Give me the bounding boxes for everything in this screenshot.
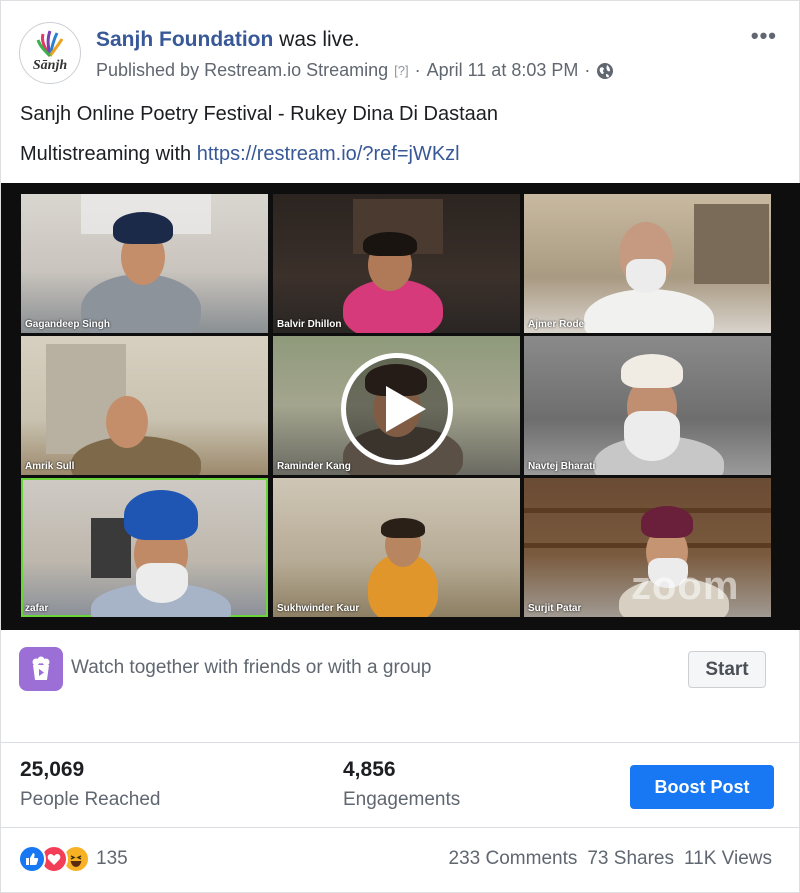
video-tile: Balvir Dhillon <box>273 194 520 333</box>
engagements-value: 4,856 <box>343 758 396 781</box>
help-qmark[interactable]: [?] <box>394 63 408 78</box>
participant-name: Balvir Dhillon <box>277 319 342 330</box>
participant-name: Gagandeep Singh <box>25 319 111 330</box>
meta-separator: · <box>414 60 421 80</box>
globe-icon[interactable] <box>596 62 614 80</box>
video-tile: Navtej Bharati <box>524 336 771 475</box>
published-by-link[interactable]: Published by Restream.io Streaming <box>96 60 388 81</box>
watch-together-text: Watch together with friends or with a gr… <box>71 657 432 678</box>
like-icon <box>18 845 46 873</box>
participant-name: Ajmer Rode <box>528 319 585 330</box>
views-count[interactable]: 11K Views <box>684 848 772 870</box>
reaction-count: 135 <box>96 848 128 869</box>
shares-count-link[interactable]: 73 Shares <box>587 848 674 870</box>
video-tile: Sukhwinder Kaur <box>273 478 520 617</box>
video-tile: Gagandeep Singh <box>21 194 268 333</box>
comments-count-link[interactable]: 233 Comments <box>449 848 578 870</box>
post-title-line: Sanjh Foundation was live. <box>96 28 360 52</box>
live-status-text: was live. <box>279 28 360 51</box>
engagement-counts: 233 Comments 73 Shares 11K Views <box>449 848 772 870</box>
reactions-summary[interactable]: 135 <box>18 844 128 874</box>
participant-name: zafar <box>25 603 49 614</box>
zoom-watermark: zoom <box>631 564 740 608</box>
post-meta: Published by Restream.io Streaming [?] ·… <box>96 60 614 81</box>
participant-name: Raminder Kang <box>277 461 351 472</box>
video-tile: Amrik Sull <box>21 336 268 475</box>
people-reached-value: 25,069 <box>20 758 85 781</box>
participant-name: Sukhwinder Kaur <box>277 603 360 614</box>
video-tile-active-speaker: zafar <box>21 478 268 617</box>
divider <box>1 742 800 743</box>
play-icon[interactable] <box>341 353 453 465</box>
video-tile: Ajmer Rode <box>524 194 771 333</box>
restream-link[interactable]: https://restream.io/?ref=jWKzl <box>197 143 460 165</box>
avatar-label: Sānjh <box>32 58 68 73</box>
sanjh-logo-icon <box>36 30 64 58</box>
post-timestamp[interactable]: April 11 at 8:03 PM <box>427 60 579 81</box>
multistream-prefix: Multistreaming with <box>20 143 192 165</box>
engagements-label: Engagements <box>343 789 461 810</box>
post-text-line1: Sanjh Online Poetry Festival - Rukey Din… <box>20 103 498 125</box>
page-avatar[interactable]: Sānjh <box>19 22 81 84</box>
boost-post-button[interactable]: Boost Post <box>630 765 774 809</box>
meta-separator: · <box>584 60 591 80</box>
participant-name: Surjit Patar <box>528 603 582 614</box>
page-name-link[interactable]: Sanjh Foundation <box>96 28 273 51</box>
participant-name: Amrik Sull <box>25 461 75 472</box>
start-watch-party-button[interactable]: Start <box>688 651 766 688</box>
more-options-icon[interactable]: ••• <box>751 23 777 49</box>
watch-party-icon <box>19 647 63 691</box>
participant-name: Navtej Bharati <box>528 461 596 472</box>
post-card: Sānjh Sanjh Foundation was live. Publish… <box>0 0 800 893</box>
post-text-line2: Multistreaming with https://restream.io/… <box>20 143 460 166</box>
people-reached-label: People Reached <box>20 789 161 810</box>
divider <box>1 827 800 828</box>
